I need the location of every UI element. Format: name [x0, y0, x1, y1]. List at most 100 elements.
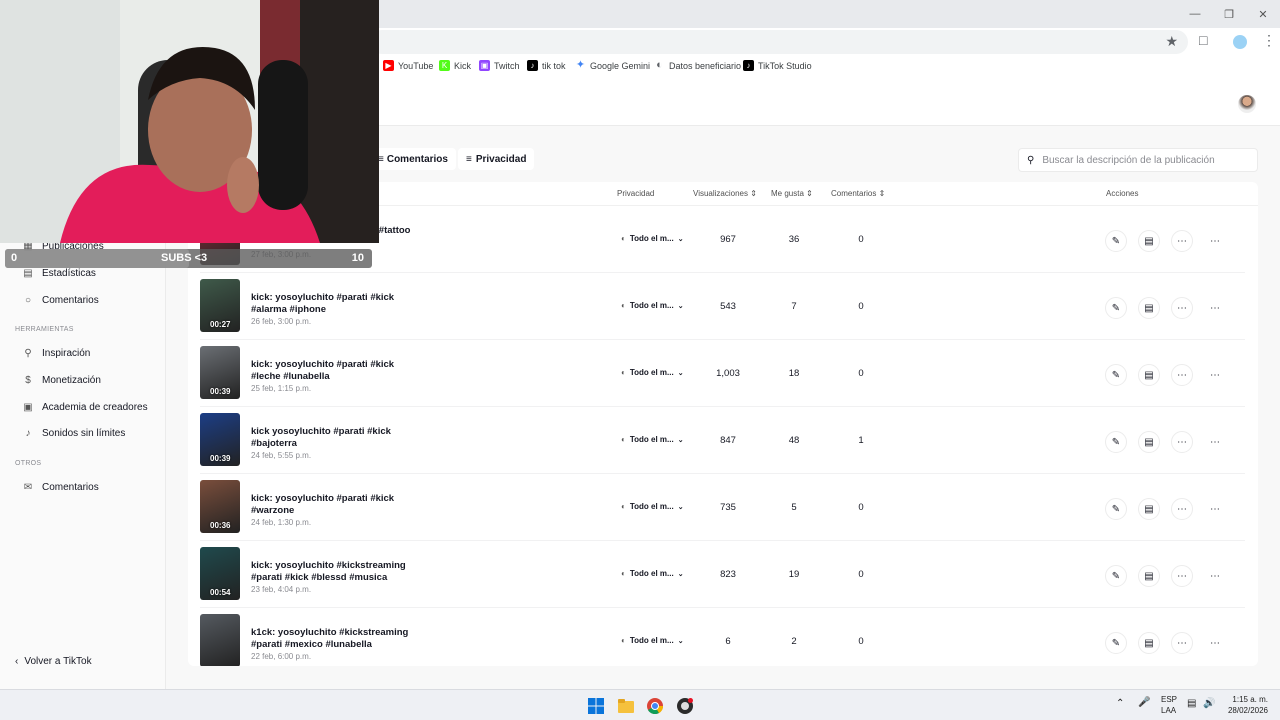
table-row[interactable]: k1ck: yosoyluchito #kickstreaming #parat… — [200, 608, 1245, 666]
volume-icon[interactable]: 🔊 — [1203, 698, 1215, 709]
table-row[interactable]: 00:39 kick yosoyluchito #parati #kick #ba… — [200, 407, 1245, 474]
minimize-icon[interactable]: — — [1178, 0, 1212, 28]
edit-button[interactable]: ✎ — [1105, 297, 1127, 319]
privacy-dropdown[interactable]: ◐ Todo el m... ⌄ — [621, 368, 684, 377]
video-thumbnail[interactable]: 00:39 — [200, 413, 240, 466]
obs-icon[interactable] — [677, 698, 693, 714]
cover-button[interactable]: ▤ — [1138, 431, 1160, 453]
cover-button[interactable]: ▤ — [1138, 230, 1160, 252]
bookmark-2[interactable]: ▣ Twitch — [479, 60, 520, 71]
table-row[interactable]: 00:27 kick: yosoyluchito #parati #kick #a… — [200, 273, 1245, 340]
privacy-filter-button[interactable]: ≡ Privacidad — [458, 148, 535, 170]
post-description[interactable]: kick: yosoyluchito #kickstreaming #parat… — [251, 560, 411, 584]
filter-icon: ≡ — [466, 153, 472, 165]
sidebar-item-label: Estadísticas — [42, 268, 96, 279]
post-description[interactable]: kick: yosoyluchito #parati #kick #alarma… — [251, 292, 411, 316]
network-icon[interactable]: ▤ — [1187, 698, 1196, 709]
column-header-comments[interactable]: Comentarios ⇕ — [831, 189, 885, 198]
profile-icon[interactable] — [1233, 35, 1247, 49]
sidebar-item-sonidos[interactable]: ♪ Sonidos sin límites — [22, 428, 126, 439]
cover-button[interactable]: ▤ — [1138, 498, 1160, 520]
edit-button[interactable]: ✎ — [1105, 230, 1127, 252]
bookmark-4[interactable]: ✦ Google Gemini — [575, 60, 650, 71]
bookmark-5[interactable]: ◐ Datos beneficiario — [654, 60, 741, 71]
sidebar-item-comentarios[interactable]: ○ Comentarios — [22, 295, 99, 306]
tray-chevron-up-icon[interactable]: ⌃ — [1116, 698, 1124, 709]
sidebar-item-academia[interactable]: ▣ Academia de creadores — [22, 402, 147, 413]
avatar[interactable] — [1238, 95, 1256, 113]
privacy-dropdown[interactable]: ◐ Todo el m... ⌄ — [621, 569, 684, 578]
language-indicator[interactable]: ESP LAA — [1161, 695, 1177, 715]
file-explorer-icon[interactable] — [618, 698, 634, 714]
sidebar-item-monetizacion[interactable]: $ Monetización — [22, 375, 101, 386]
table-row[interactable]: 00:39 kick: yosoyluchito #parati #kick #l… — [200, 340, 1245, 407]
edit-button[interactable]: ✎ — [1105, 565, 1127, 587]
back-to-tiktok-link[interactable]: ‹ Volver a TikTok — [15, 656, 92, 667]
sidebar-item-comentarios-otros[interactable]: ✉ Comentarios — [22, 482, 99, 493]
more-button[interactable]: ⋯ — [1204, 297, 1226, 319]
post-description[interactable]: kick yosoyluchito #parati #kick #bajoter… — [251, 426, 411, 450]
close-icon[interactable]: ✕ — [1246, 0, 1280, 28]
cover-button[interactable]: ▤ — [1138, 297, 1160, 319]
column-header-likes[interactable]: Me gusta ⇕ — [771, 189, 813, 198]
comments-button[interactable]: ⋯ — [1171, 297, 1193, 319]
column-header-views[interactable]: Visualizaciones ⇕ — [693, 189, 757, 198]
chevron-down-icon: ⌄ — [677, 302, 684, 310]
privacy-dropdown[interactable]: ◐ Todo el m... ⌄ — [621, 435, 684, 444]
comments-button[interactable]: ⋯ — [1171, 632, 1193, 654]
cover-button[interactable]: ▤ — [1138, 565, 1160, 587]
search-input[interactable]: ⚲ Buscar la descripción de la publicación — [1018, 148, 1258, 172]
microphone-icon[interactable]: 🎤 — [1138, 697, 1150, 708]
comments-button[interactable]: ⋯ — [1171, 565, 1193, 587]
privacy-dropdown[interactable]: ◐ Todo el m... ⌄ — [621, 636, 684, 645]
bookmark-star-icon[interactable]: ★ — [1165, 33, 1178, 50]
privacy-dropdown[interactable]: ◐ Todo el m... ⌄ — [621, 234, 684, 243]
bookmark-1[interactable]: K Kick — [439, 60, 471, 71]
bookmark-6[interactable]: ♪ TikTok Studio — [743, 60, 812, 71]
post-description[interactable]: k1ck: yosoyluchito #kickstreaming #parat… — [251, 627, 411, 651]
comments-button[interactable]: ⋯ — [1171, 431, 1193, 453]
edit-button[interactable]: ✎ — [1105, 431, 1127, 453]
windows-start-icon[interactable] — [588, 698, 604, 714]
video-thumbnail[interactable]: 00:54 — [200, 547, 240, 600]
comments-button[interactable]: ⋯ — [1171, 230, 1193, 252]
cover-button[interactable]: ▤ — [1138, 364, 1160, 386]
post-description[interactable]: kick: yosoyluchito #parati #kick #warzon… — [251, 493, 411, 517]
chrome-icon[interactable] — [647, 698, 663, 714]
comments-button[interactable]: ⋯ — [1171, 364, 1193, 386]
globe-icon: ◐ — [656, 59, 663, 71]
address-bar[interactable]: ★ — [370, 30, 1188, 54]
sidebar-item-inspiracion[interactable]: ⚲ Inspiración — [22, 348, 90, 359]
extensions-icon[interactable]: □ — [1199, 32, 1207, 48]
edit-button[interactable]: ✎ — [1105, 632, 1127, 654]
video-thumbnail[interactable]: 00:36 — [200, 480, 240, 533]
more-button[interactable]: ⋯ — [1204, 364, 1226, 386]
video-thumbnail[interactable]: 00:27 — [200, 279, 240, 332]
table-row[interactable]: 00:36 kick: yosoyluchito #parati #kick #w… — [200, 474, 1245, 541]
sidebar-item-estadisticas[interactable]: ▤ Estadísticas — [22, 268, 96, 279]
video-thumbnail[interactable]: 00:39 — [200, 346, 240, 399]
sidebar-item-label: Monetización — [42, 375, 101, 386]
more-button[interactable]: ⋯ — [1204, 565, 1226, 587]
comments-button[interactable]: ⋯ — [1171, 498, 1193, 520]
edit-button[interactable]: ✎ — [1105, 498, 1127, 520]
bookmark-3[interactable]: ♪ tik tok — [527, 60, 566, 71]
comments-filter-button[interactable]: ≡ Comentarios — [370, 148, 456, 170]
cover-button[interactable]: ▤ — [1138, 632, 1160, 654]
menu-dots-icon[interactable]: ⋮ — [1262, 32, 1276, 49]
table-row[interactable]: 00:54 kick: yosoyluchito #kickstreaming #… — [200, 541, 1245, 608]
privacy-dropdown[interactable]: ◐ Todo el m... ⌄ — [621, 502, 684, 511]
more-button[interactable]: ⋯ — [1204, 632, 1226, 654]
video-thumbnail[interactable] — [200, 614, 240, 666]
back-label: Volver a TikTok — [24, 656, 92, 667]
bookmark-0[interactable]: ▶ YouTube — [383, 60, 433, 71]
clock[interactable]: 1:15 a. m. 28/02/2026 — [1226, 695, 1268, 715]
more-button[interactable]: ⋯ — [1204, 431, 1226, 453]
restore-icon[interactable]: ❐ — [1212, 0, 1246, 28]
pencil-icon: ✎ — [1111, 369, 1121, 381]
more-button[interactable]: ⋯ — [1204, 498, 1226, 520]
edit-button[interactable]: ✎ — [1105, 364, 1127, 386]
post-description[interactable]: kick: yosoyluchito #parati #kick #leche … — [251, 359, 411, 383]
privacy-dropdown[interactable]: ◐ Todo el m... ⌄ — [621, 301, 684, 310]
more-button[interactable]: ⋯ — [1204, 230, 1226, 252]
